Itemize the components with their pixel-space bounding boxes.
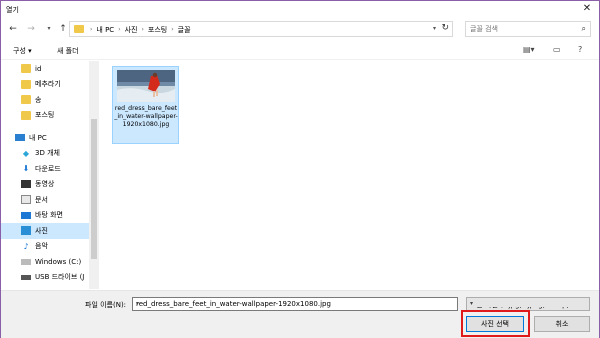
nav-item-label: 바탕 화면	[35, 211, 63, 220]
chevron-down-icon[interactable]: ▾	[470, 300, 587, 307]
chevron-down-icon[interactable]: ▾	[136, 300, 455, 307]
nav-item-label: 사진	[35, 226, 48, 235]
address-row: ← → ▾ ↑ › 내 PC › 사진 › 포스팅 › 글꼴 ▾ ↻ ⌕	[1, 19, 599, 41]
open-button[interactable]: 사진 선택	[466, 316, 524, 332]
filename-field[interactable]: red_dress_bare_feet_in_water-wallpaper-1…	[132, 297, 458, 311]
download-icon: ⬇	[22, 164, 30, 174]
nav-item-label: id	[35, 64, 42, 73]
cancel-button[interactable]: 취소	[534, 316, 590, 332]
title-bar: 열기 ✕	[1, 1, 599, 18]
usb-drive-icon	[21, 274, 31, 280]
nav-pictures[interactable]: 사진	[1, 223, 89, 239]
chevron-right-icon[interactable]: ›	[171, 25, 173, 35]
view-options-icon[interactable]: ▤▾	[523, 45, 535, 54]
close-button[interactable]: ✕	[579, 2, 595, 16]
nav-desktop[interactable]: 바탕 화면	[1, 208, 89, 224]
recent-locations-icon[interactable]: ▾	[43, 23, 55, 35]
nav-documents[interactable]: 문서	[1, 192, 89, 208]
command-bar: 구성 ▾ 새 폴더 ▤▾ ▭ ?	[1, 42, 599, 60]
navigation-pane: id 메추라기 송 포스팅 내 PC ◆ 3D 개체 ⬇ 다운로드 동영상 문서…	[1, 61, 99, 289]
nav-item-label: Windows (C:)	[35, 257, 82, 266]
cube-icon: ◆	[22, 148, 30, 158]
up-icon[interactable]: ↑	[57, 23, 69, 35]
folder-icon	[21, 110, 31, 120]
chevron-right-icon[interactable]: ›	[90, 25, 92, 35]
breadcrumb-item[interactable]: 사진	[125, 25, 138, 35]
nav-item-label: 내 PC	[29, 133, 47, 142]
breadcrumb-item[interactable]: 포스팅	[148, 25, 167, 35]
breadcrumb: › 내 PC › 사진 › 포스팅 › 글꼴	[90, 25, 191, 35]
document-icon	[21, 195, 31, 205]
image-thumbnail	[117, 70, 175, 102]
file-name: red_dress_bare_feet_in_water-wallpaper-1…	[114, 105, 178, 129]
search-icon[interactable]: ⌕	[582, 24, 586, 34]
file-list: red_dress_bare_feet_in_water-wallpaper-1…	[101, 61, 599, 289]
nav-folder-posting[interactable]: 포스팅	[1, 108, 89, 124]
organize-button[interactable]: 구성 ▾	[13, 46, 32, 56]
nav-drive-c[interactable]: Windows (C:)	[1, 254, 89, 270]
nav-tree: id 메추라기 송 포스팅 내 PC ◆ 3D 개체 ⬇ 다운로드 동영상 문서…	[1, 61, 89, 285]
pictures-icon	[21, 226, 31, 236]
nav-3d-objects[interactable]: ◆ 3D 개체	[1, 146, 89, 162]
preview-pane-icon[interactable]: ▭	[553, 45, 561, 54]
music-note-icon: ♪	[23, 241, 29, 251]
chevron-right-icon[interactable]: ›	[141, 25, 143, 35]
back-icon[interactable]: ←	[7, 23, 19, 35]
breadcrumb-item[interactable]: 내 PC	[96, 25, 114, 35]
nav-item-label: 음악	[35, 242, 48, 251]
nav-item-label: 문서	[35, 195, 48, 204]
nav-item-label: 동영상	[35, 180, 55, 189]
help-icon[interactable]: ?	[578, 45, 582, 54]
file-type-select[interactable]: 모든 파일 (*.jpg;*.jpeg;*.bmp;*. ▾	[466, 297, 590, 311]
search-box[interactable]: ⌕	[465, 21, 591, 37]
nav-this-pc[interactable]: 내 PC	[1, 130, 89, 146]
nav-scrollbar[interactable]	[89, 61, 99, 289]
address-bar[interactable]: › 내 PC › 사진 › 포스팅 › 글꼴 ▾ ↻	[69, 21, 453, 37]
nav-scrollbar-thumb[interactable]	[91, 119, 97, 259]
desktop-icon	[21, 211, 31, 219]
folder-icon	[74, 25, 84, 33]
folder-icon	[21, 64, 31, 74]
forward-icon[interactable]: →	[25, 23, 37, 35]
breadcrumb-item[interactable]: 글꼴	[178, 25, 191, 35]
nav-item-label: 포스팅	[35, 111, 55, 120]
nav-downloads[interactable]: ⬇ 다운로드	[1, 161, 89, 177]
filename-label: 파일 이름(N):	[85, 301, 127, 309]
folder-icon	[21, 95, 31, 105]
new-folder-button[interactable]: 새 폴더	[57, 46, 79, 56]
nav-folder-song[interactable]: 송	[1, 92, 89, 108]
window-title: 열기	[6, 6, 19, 14]
refresh-icon[interactable]: ↻	[441, 23, 449, 33]
nav-item-label: 3D 개체	[35, 149, 60, 158]
open-file-dialog: 열기 ✕ ← → ▾ ↑ › 내 PC › 사진 › 포스팅 › 글꼴 ▾ ↻ …	[0, 0, 600, 338]
nav-item-label: 메추라기	[35, 80, 61, 89]
file-item[interactable]: red_dress_bare_feet_in_water-wallpaper-1…	[112, 66, 179, 144]
nav-folder-id[interactable]: id	[1, 61, 89, 77]
nav-item-label: 송	[35, 95, 42, 104]
computer-icon	[15, 134, 25, 142]
address-dropdown-icon[interactable]: ▾	[433, 25, 436, 32]
chevron-right-icon[interactable]: ›	[118, 25, 120, 35]
nav-music[interactable]: ♪ 음악	[1, 239, 89, 255]
dialog-footer: 파일 이름(N): red_dress_bare_feet_in_water-w…	[1, 290, 599, 338]
nav-usb-drive[interactable]: USB 드라이브 (J	[1, 270, 89, 286]
nav-item-label: USB 드라이브 (J	[35, 273, 85, 282]
nav-folder-quail[interactable]: 메추라기	[1, 77, 89, 93]
film-icon	[21, 180, 31, 189]
nav-videos[interactable]: 동영상	[1, 177, 89, 193]
hard-drive-icon	[21, 258, 31, 265]
search-input[interactable]	[470, 24, 570, 34]
nav-item-label: 다운로드	[35, 164, 61, 173]
folder-icon	[21, 79, 31, 89]
